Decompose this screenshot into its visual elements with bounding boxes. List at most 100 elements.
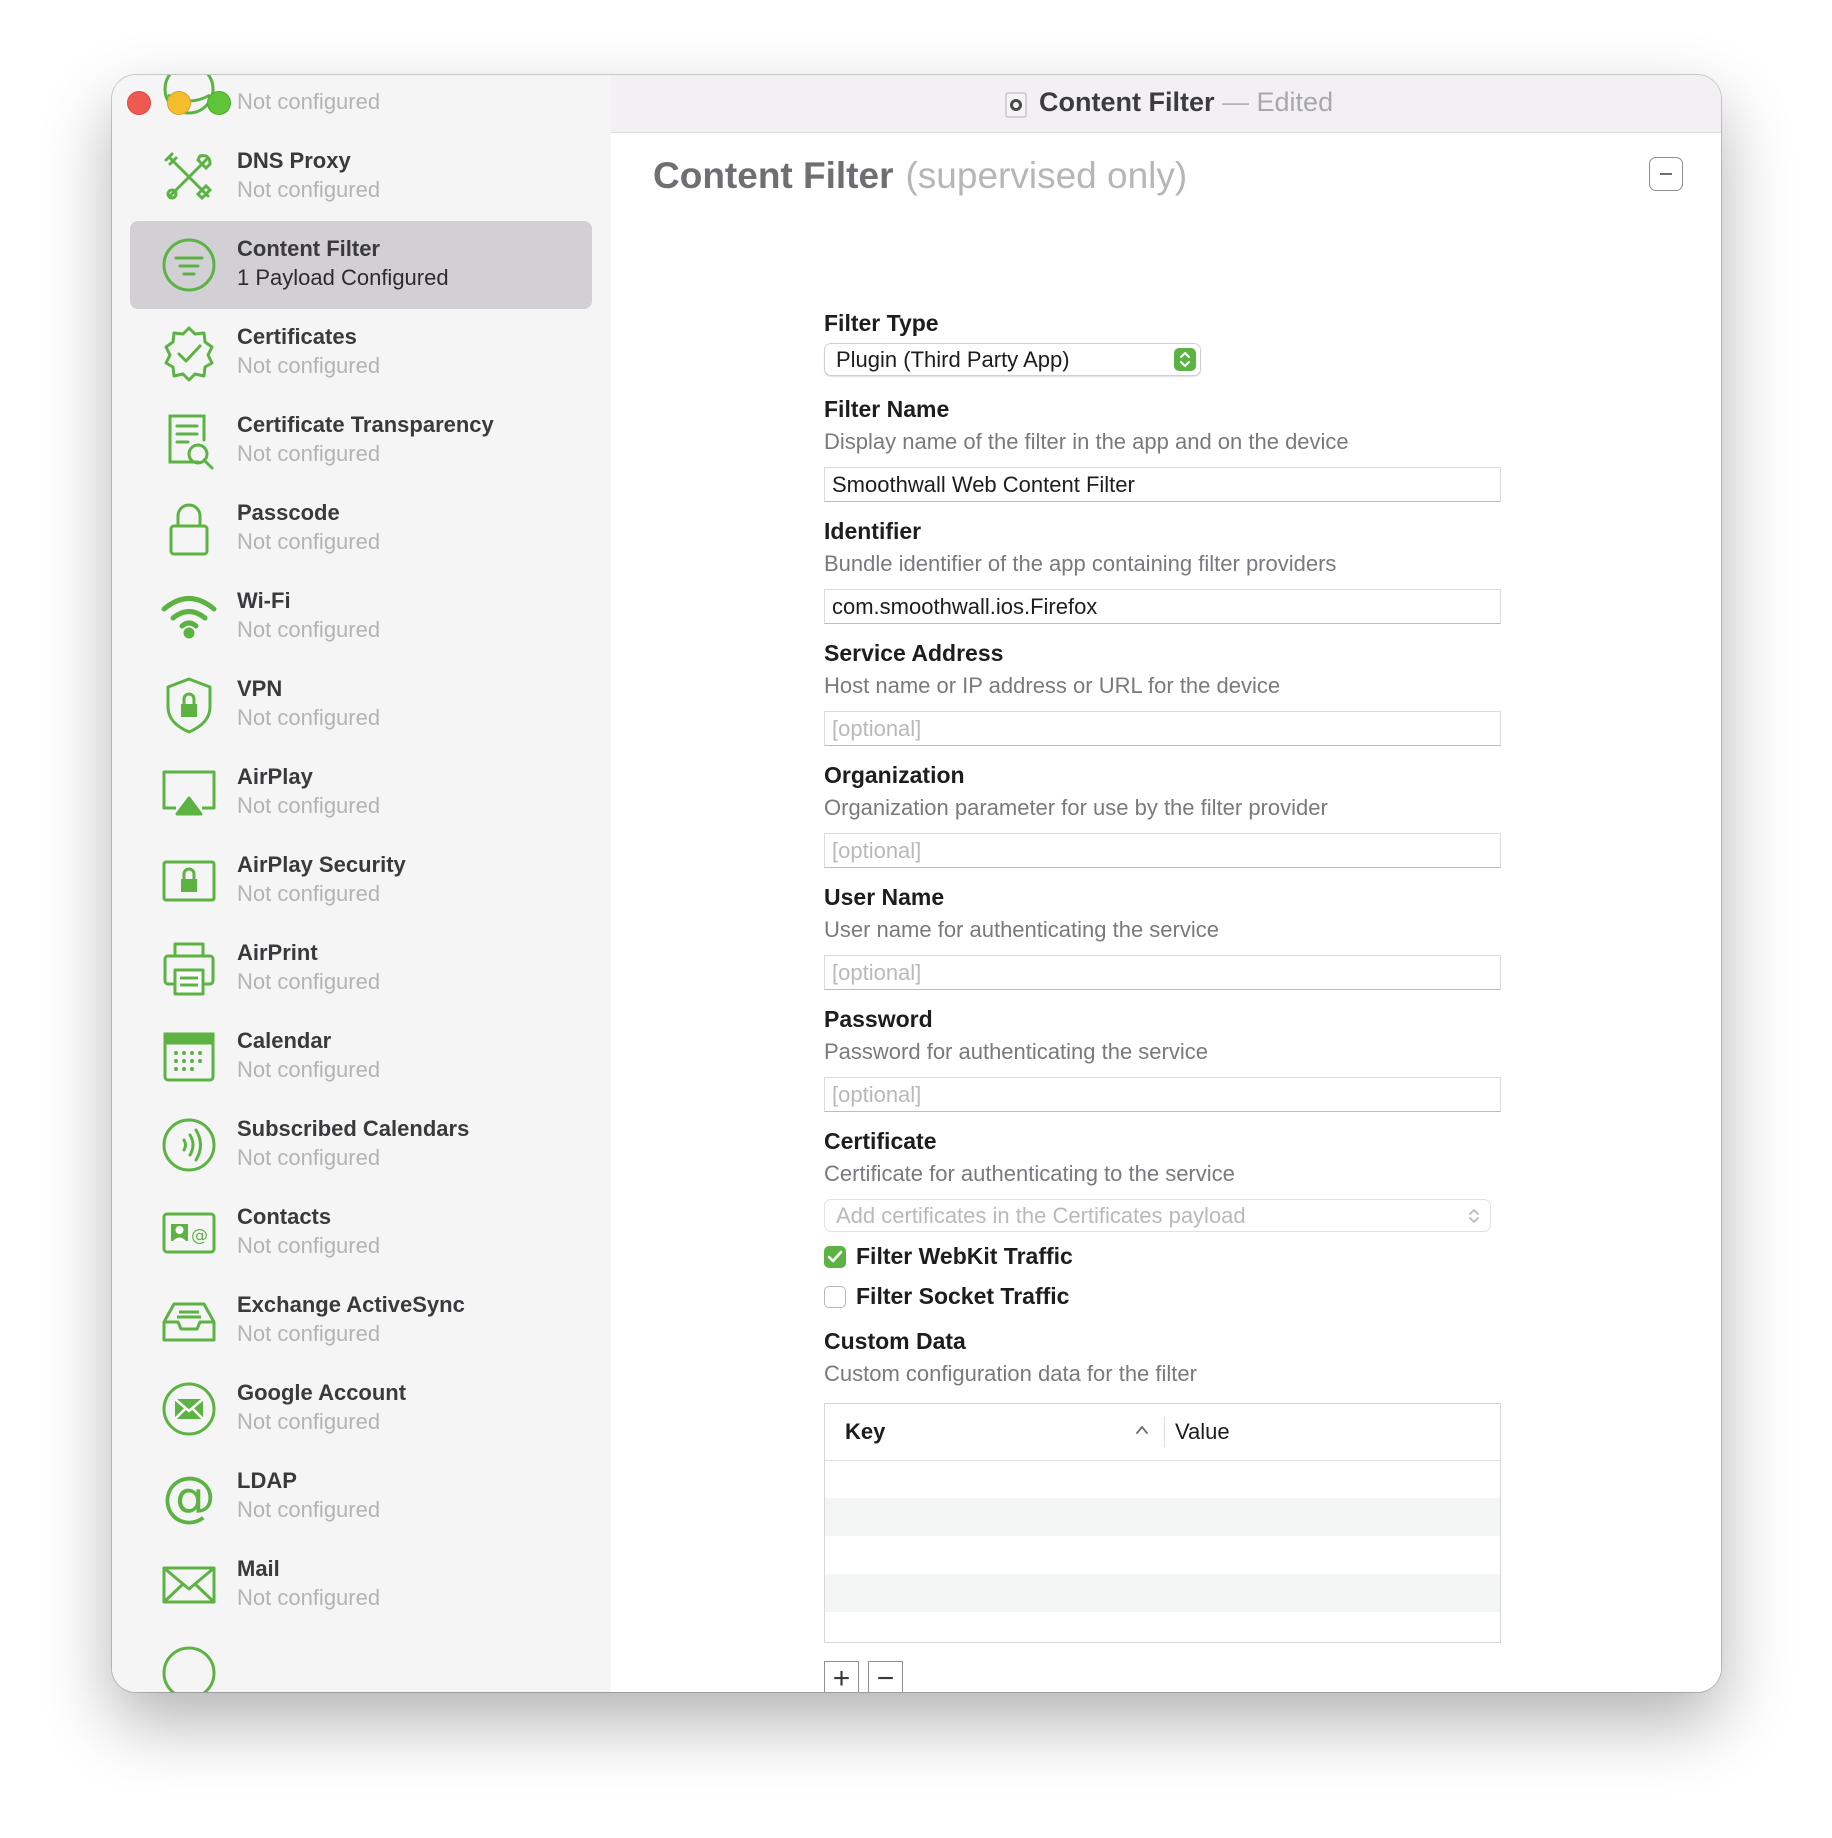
certificate-select-value: Add certificates in the Certificates pay… [836,1202,1246,1228]
title-bar: Content Filter — Edited [611,75,1721,133]
sidebar-item-passcode[interactable]: Passcode Not configured [130,485,592,573]
certificate-description: Certificate for authenticating to the se… [824,1161,1235,1186]
sidebar-item-label: Contacts [237,1204,332,1229]
sidebar-item-label: DNS Proxy [237,148,351,173]
sidebar-item-status: Not configured [237,1409,381,1434]
sidebar-item-status: Not configured [237,89,381,114]
server-account-icon [160,1644,218,1692]
service-address-field[interactable]: [optional] [824,711,1501,746]
sidebar-item-contacts[interactable]: @ Contacts Not configured [130,1189,592,1277]
sidebar-item-label: Content Filter [237,236,380,261]
table-row[interactable] [825,1574,1500,1612]
page-title-text: Content Filter [653,155,894,196]
user-name-field[interactable]: [optional] [824,955,1501,990]
sidebar-item-wifi[interactable]: Wi-Fi Not configured [130,573,592,661]
window-controls [127,91,231,115]
window-title-separator: — [1222,87,1250,117]
chevron-updown-icon [1174,348,1196,371]
sidebar-item-status: Not configured [237,353,381,378]
sidebar-item-airplay-security[interactable]: AirPlay Security Not configured [130,837,592,925]
certificates-icon [160,324,218,382]
sidebar-item-status: Not configured [237,529,381,554]
filter-webkit-label[interactable]: Filter WebKit Traffic [856,1243,1073,1270]
app-window: Not configured DNS Proxy Not configured … [112,75,1721,1692]
document-icon [1005,92,1027,118]
sidebar-item-label: Exchange ActiveSync [237,1292,465,1317]
sidebar-item-status: Not configured [237,793,381,818]
sidebar-item-airplay[interactable]: AirPlay Not configured [130,749,592,837]
table-row[interactable] [825,1536,1500,1574]
minimize-window-button[interactable] [167,91,191,115]
sidebar-item-status: Not configured [237,1497,381,1522]
calendar-icon [160,1028,218,1086]
airplay-security-icon [160,852,218,910]
sort-ascending-icon[interactable] [1135,1424,1149,1436]
sidebar-item-mail[interactable]: Mail Not configured [130,1541,592,1629]
sidebar-item-label: AirPlay Security [237,852,406,877]
sidebar-item-label: LDAP [237,1468,297,1493]
window-title-text: Content Filter [1039,87,1215,117]
custom-data-table[interactable]: Key Value [824,1403,1501,1643]
sidebar-item-partial-bottom[interactable] [130,1629,592,1692]
filter-socket-checkbox[interactable] [824,1286,846,1308]
identifier-label: Identifier [824,518,922,544]
add-row-button[interactable]: + [824,1661,859,1692]
identifier-field[interactable]: com.smoothwall.ios.Firefox [824,589,1501,624]
table-row[interactable] [825,1460,1500,1498]
sidebar-item-google-account[interactable]: Google Account Not configured [130,1365,592,1453]
sidebar-item-dns-proxy[interactable]: DNS Proxy Not configured [130,133,592,221]
minus-icon [1660,173,1672,175]
remove-row-button[interactable]: − [868,1661,903,1692]
sidebar-item-label: Wi-Fi [237,588,291,613]
filter-type-label: Filter Type [824,310,939,336]
collapse-payload-button[interactable] [1649,157,1683,191]
column-header-value[interactable]: Value [1175,1419,1230,1445]
user-name-label: User Name [824,884,945,910]
content-filter-icon [160,236,218,294]
sidebar-item-status: Not configured [237,705,381,730]
exchange-activesync-icon [160,1292,218,1350]
sidebar-item-ldap[interactable]: @ LDAP Not configured [130,1453,592,1541]
filter-name-field[interactable]: Smoothwall Web Content Filter [824,467,1501,502]
dns-proxy-icon [160,148,218,206]
subscribed-calendars-icon [160,1116,218,1174]
sidebar-item-status: Not configured [237,1585,381,1610]
password-label: Password [824,1006,933,1032]
mail-icon [160,1556,218,1614]
table-header: Key Value [825,1404,1500,1461]
sidebar-item-label: Certificate Transparency [237,412,494,437]
filter-webkit-checkbox[interactable] [824,1246,846,1268]
custom-data-description: Custom configuration data for the filter [824,1361,1197,1386]
sidebar-item-certificates[interactable]: Certificates Not configured [130,309,592,397]
organization-field[interactable]: [optional] [824,833,1501,868]
sidebar-item-exchange-activesync[interactable]: Exchange ActiveSync Not configured [130,1277,592,1365]
sidebar-item-vpn[interactable]: VPN Not configured [130,661,592,749]
identifier-description: Bundle identifier of the app containing … [824,551,1337,576]
airplay-icon [160,764,218,822]
sidebar-item-label: VPN [237,676,283,701]
sidebar-item-subscribed-calendars[interactable]: Subscribed Calendars Not configured [130,1101,592,1189]
sidebar-item-content-filter[interactable]: Content Filter 1 Payload Configured [130,221,592,309]
wifi-icon [160,588,218,646]
close-window-button[interactable] [127,91,151,115]
sidebar-item-label: Passcode [237,500,340,525]
sidebar-item-airprint[interactable]: AirPrint Not configured [130,925,592,1013]
sidebar-item-status: 1 Payload Configured [237,265,449,290]
user-name-description: User name for authenticating the service [824,917,1219,942]
filter-type-select[interactable]: Plugin (Third Party App) [824,343,1201,376]
zoom-window-button[interactable] [207,91,231,115]
table-row[interactable] [825,1498,1500,1536]
service-address-label: Service Address [824,640,1004,666]
password-field[interactable]: [optional] [824,1077,1501,1112]
sidebar-item-status: Not configured [237,177,381,202]
filter-name-description: Display name of the filter in the app an… [824,429,1349,454]
sidebar-item-calendar[interactable]: Calendar Not configured [130,1013,592,1101]
column-header-key[interactable]: Key [845,1419,885,1445]
sidebar-item-certificate-transparency[interactable]: Certificate Transparency Not configured [130,397,592,485]
main-pane: Content Filter (supervised only) Filter T… [611,133,1721,1692]
column-divider[interactable] [1164,1417,1165,1447]
ldap-icon: @ [160,1468,218,1526]
certificate-select[interactable]: Add certificates in the Certificates pay… [824,1199,1491,1232]
filter-socket-label[interactable]: Filter Socket Traffic [856,1283,1069,1310]
filter-type-value: Plugin (Third Party App) [836,346,1070,372]
